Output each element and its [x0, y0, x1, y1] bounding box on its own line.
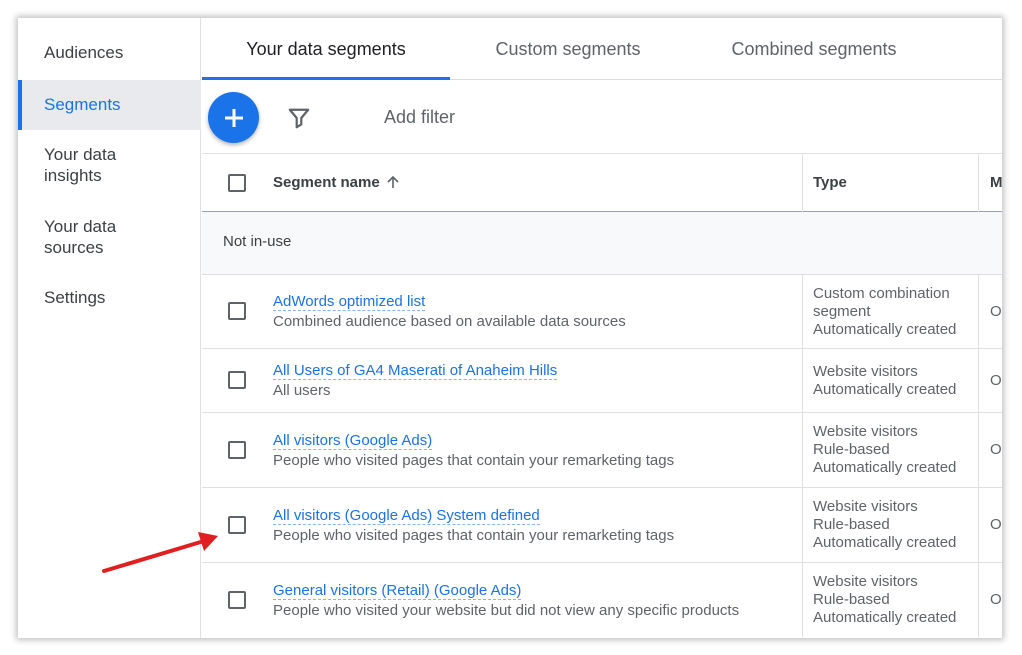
membership-cell: O	[990, 516, 1002, 533]
column-header-membership[interactable]: M	[990, 174, 1002, 191]
segment-description: All users	[273, 382, 331, 399]
type-line: Automatically created	[813, 534, 957, 551]
type-line: Automatically created	[813, 381, 957, 398]
column-divider	[978, 413, 979, 488]
type-line: Website visitors	[813, 498, 918, 515]
row-checkbox[interactable]	[228, 302, 246, 320]
column-divider	[978, 154, 979, 212]
type-line: Rule-based	[813, 441, 890, 458]
column-divider	[802, 275, 803, 349]
type-line: Rule-based	[813, 591, 890, 608]
arrow-up-sort-icon[interactable]	[385, 174, 401, 190]
red-arrow-annotation-icon	[102, 532, 218, 573]
type-line: Rule-based	[813, 516, 890, 533]
table-row: All visitors (Google Ads) People who vis…	[202, 413, 1002, 488]
column-divider	[802, 154, 803, 212]
segment-description: People who visited pages that contain yo…	[273, 452, 675, 469]
add-segment-button[interactable]	[208, 92, 259, 143]
segment-type: Website visitors Rule-based Automaticall…	[813, 573, 978, 627]
segment-type: Website visitors Rule-based Automaticall…	[813, 423, 978, 477]
segment-description: People who visited your website but did …	[273, 602, 740, 619]
column-divider	[802, 413, 803, 488]
sidebar-item-segments[interactable]: Segments	[18, 80, 201, 130]
segment-name-link[interactable]: All visitors (Google Ads) System defined	[273, 507, 540, 525]
row-checkbox[interactable]	[228, 371, 246, 389]
segment-name-link[interactable]: AdWords optimized list	[273, 293, 426, 311]
segment-type: Website visitors Rule-based Automaticall…	[813, 498, 978, 552]
plus-icon	[224, 108, 243, 127]
type-line: Website visitors	[813, 573, 918, 590]
sidebar-item-settings[interactable]: Settings	[18, 287, 201, 308]
column-divider	[978, 275, 979, 349]
column-divider	[978, 488, 979, 563]
segment-type: Website visitors Automatically created	[813, 363, 978, 399]
column-divider	[802, 488, 803, 563]
sidebar-item-your-data-insights[interactable]: Your data insights	[18, 144, 138, 186]
group-label: Not in-use	[223, 233, 292, 250]
table-row: All visitors (Google Ads) System defined…	[202, 488, 1002, 563]
segment-name-link[interactable]: General visitors (Retail) (Google Ads)	[273, 582, 522, 600]
column-divider	[802, 563, 803, 638]
tab-combined-segments[interactable]: Combined segments	[686, 18, 942, 80]
active-tab-indicator	[202, 77, 450, 80]
column-divider	[978, 563, 979, 638]
column-header-type[interactable]: Type	[813, 174, 847, 191]
filter-icon[interactable]	[288, 107, 310, 129]
toolbar: Add filter	[202, 81, 1002, 154]
table-row: AdWords optimized list Combined audience…	[202, 275, 1002, 349]
membership-cell: O	[990, 372, 1002, 389]
membership-cell: O	[990, 441, 1002, 458]
type-line: Automatically created	[813, 459, 957, 476]
select-all-checkbox[interactable]	[228, 174, 246, 192]
add-filter-button[interactable]: Add filter	[384, 107, 455, 128]
row-checkbox[interactable]	[228, 516, 246, 534]
segment-name-link[interactable]: All Users of GA4 Maserati of Anaheim Hil…	[273, 362, 558, 380]
sidebar-item-audiences[interactable]: Audiences	[18, 42, 201, 63]
segment-type: Custom combination segment Automatically…	[813, 285, 978, 339]
table-row: All Users of GA4 Maserati of Anaheim Hil…	[202, 349, 1002, 413]
type-line: Automatically created	[813, 609, 957, 626]
segment-description: People who visited pages that contain yo…	[273, 527, 675, 544]
row-checkbox[interactable]	[228, 441, 246, 459]
membership-cell: O	[990, 591, 1002, 608]
segment-name-link[interactable]: All visitors (Google Ads)	[273, 432, 433, 450]
group-row-not-in-use: Not in-use	[202, 212, 1002, 275]
type-line: Website visitors	[813, 423, 918, 440]
column-divider	[802, 349, 803, 413]
sidebar-item-your-data-sources[interactable]: Your data sources	[18, 216, 138, 258]
type-line: Custom combination	[813, 285, 950, 302]
column-divider	[978, 349, 979, 413]
type-line: segment	[813, 303, 871, 320]
tab-your-data-segments[interactable]: Your data segments	[202, 18, 450, 80]
table-row: General visitors (Retail) (Google Ads) P…	[202, 563, 1002, 638]
table-header: Segment name Type M	[202, 154, 1002, 212]
tab-custom-segments[interactable]: Custom segments	[450, 18, 686, 80]
type-line: Website visitors	[813, 363, 918, 380]
membership-cell: O	[990, 303, 1002, 320]
column-header-segment-name[interactable]: Segment name	[273, 174, 380, 191]
segment-description: Combined audience based on available dat…	[273, 313, 626, 330]
tab-bar: Your data segments Custom segments Combi…	[202, 18, 1002, 80]
type-line: Automatically created	[813, 321, 957, 338]
row-checkbox[interactable]	[228, 591, 246, 609]
